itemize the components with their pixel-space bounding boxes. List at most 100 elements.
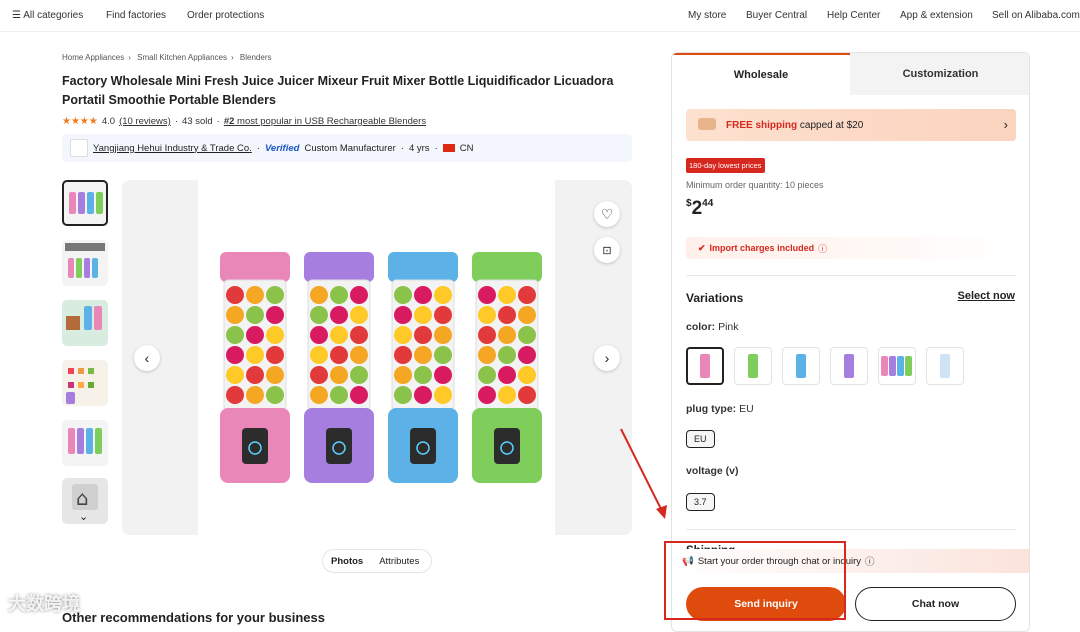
rating-value: 4.0 — [101, 116, 116, 127]
divider — [686, 529, 1016, 530]
tab-attributes[interactable]: Attributes — [371, 556, 427, 567]
voltage-option-3-7[interactable]: 3.7 — [686, 493, 715, 511]
separator: · — [216, 116, 220, 127]
scan-icon: ⊡ — [602, 244, 612, 257]
fruit-chunk — [498, 386, 516, 404]
breadcrumb-item[interactable]: Home Appliances — [62, 53, 124, 62]
reviews-link[interactable]: (10 reviews) — [119, 116, 171, 127]
thumbnail-6[interactable]: ⌂ ⌄ — [62, 478, 108, 524]
breadcrumb-item[interactable]: Small Kitchen Appliances — [137, 53, 227, 62]
plug-label: plug type: — [686, 403, 737, 415]
lowest-price-badge: 180-day lowest prices — [686, 158, 765, 173]
sold-count: 43 sold — [182, 116, 213, 127]
swatch-image — [940, 354, 950, 378]
top-nav: ☰ All categories Find factories Order pr… — [0, 0, 1080, 32]
all-categories-link[interactable]: ☰ All categories — [12, 10, 83, 21]
thumbnail-5[interactable] — [62, 420, 108, 466]
color-value: Pink — [718, 321, 739, 333]
gallery-tabs: Photos Attributes — [322, 549, 432, 573]
next-image-button[interactable]: › — [594, 345, 620, 371]
fruit-chunk — [226, 326, 244, 344]
thumbnail-4[interactable] — [62, 360, 108, 406]
plug-option-eu[interactable]: EU — [686, 430, 715, 448]
fruit-chunk — [330, 386, 348, 404]
plug-label-row: plug type: EU — [686, 403, 754, 415]
supplier-name-link[interactable]: Yangjiang Hehui Industry & Trade Co. — [93, 143, 252, 154]
info-icon[interactable]: ⓘ — [865, 554, 875, 568]
fruit-chunk — [310, 326, 328, 344]
rank-link[interactable]: #2 most popular in USB Rechargeable Blen… — [224, 116, 426, 127]
color-swatch-blue[interactable] — [782, 347, 820, 385]
color-swatch-pink[interactable] — [686, 347, 724, 385]
color-swatch-white[interactable] — [926, 347, 964, 385]
fruit-chunk — [310, 306, 328, 324]
fruit-chunk — [394, 326, 412, 344]
help-center-link[interactable]: Help Center — [827, 10, 880, 21]
fruit-chunk — [478, 326, 496, 344]
chat-now-button[interactable]: Chat now — [855, 587, 1016, 621]
thumbnail-image — [65, 243, 105, 278]
supplier-type: Custom Manufacturer — [304, 142, 396, 154]
fruit-chunk — [246, 286, 264, 304]
prev-image-button[interactable]: ‹ — [134, 345, 160, 371]
fruit-chunk — [518, 306, 536, 324]
fruit-chunk — [266, 346, 284, 364]
fruit-chunk — [226, 286, 244, 304]
fruit-chunk — [394, 386, 412, 404]
free-shipping-banner[interactable]: FREE shipping capped at $20 › — [686, 109, 1016, 141]
favorite-button[interactable]: ♡ — [594, 201, 620, 227]
chevron-down-icon[interactable]: ⌄ — [79, 510, 88, 523]
tab-photos[interactable]: Photos — [323, 556, 371, 567]
thumbnail-3[interactable] — [62, 300, 108, 346]
thumbnail-image — [69, 192, 103, 214]
swatch-image — [796, 354, 806, 378]
fruit-chunk — [310, 286, 328, 304]
separator: · — [174, 116, 178, 127]
fruit-chunk — [498, 326, 516, 344]
swatch-image — [748, 354, 758, 378]
tab-wholesale[interactable]: Wholesale — [672, 53, 850, 95]
fruit-chunk — [434, 326, 452, 344]
fruit-chunk — [266, 286, 284, 304]
fruit-chunk — [498, 346, 516, 364]
color-swatch-purple[interactable] — [830, 347, 868, 385]
fruit-chunk — [266, 326, 284, 344]
fruit-chunk — [434, 346, 452, 364]
blender-lid — [220, 252, 290, 282]
my-store-link[interactable]: My store — [688, 10, 726, 21]
image-search-button[interactable]: ⊡ — [594, 237, 620, 263]
main-product-image: ‹ › ♡ ⊡ — [122, 180, 632, 535]
thumbnail-2[interactable] — [62, 240, 108, 286]
fruit-chunk — [350, 386, 368, 404]
select-now-link[interactable]: Select now — [958, 290, 1015, 302]
info-icon[interactable]: ⓘ — [818, 242, 827, 255]
app-extension-link[interactable]: App & extension — [900, 10, 973, 21]
color-swatch-set[interactable] — [878, 347, 916, 385]
separator: · — [400, 142, 404, 154]
truck-icon — [698, 118, 716, 130]
chevron-right-icon: › — [1003, 117, 1008, 132]
fruit-chunk — [434, 366, 452, 384]
blender-button-panel — [410, 428, 436, 464]
thumbnail-1[interactable] — [62, 180, 108, 226]
order-protections-link[interactable]: Order protections — [187, 10, 264, 21]
fruit-chunk — [310, 386, 328, 404]
fruit-chunk — [414, 346, 432, 364]
thumbnail-image — [62, 300, 108, 346]
color-label: color: — [686, 321, 716, 333]
fruit-chunk — [498, 366, 516, 384]
blender-lid — [472, 252, 542, 282]
swatch-image — [844, 354, 854, 378]
tab-customization[interactable]: Customization — [850, 53, 1029, 95]
supplier-bar: Yangjiang Hehui Industry & Trade Co. · V… — [62, 134, 632, 162]
buyer-central-link[interactable]: Buyer Central — [746, 10, 807, 21]
color-swatch-green[interactable] — [734, 347, 772, 385]
fruit-chunk — [394, 306, 412, 324]
fruit-chunk — [414, 286, 432, 304]
sell-on-alibaba-link[interactable]: Sell on Alibaba.com — [992, 10, 1080, 21]
fruit-chunk — [518, 286, 536, 304]
find-factories-link[interactable]: Find factories — [106, 10, 166, 21]
breadcrumb-item[interactable]: Blenders — [240, 53, 272, 62]
svg-text:⌂: ⌂ — [76, 486, 89, 510]
fruit-chunk — [246, 366, 264, 384]
